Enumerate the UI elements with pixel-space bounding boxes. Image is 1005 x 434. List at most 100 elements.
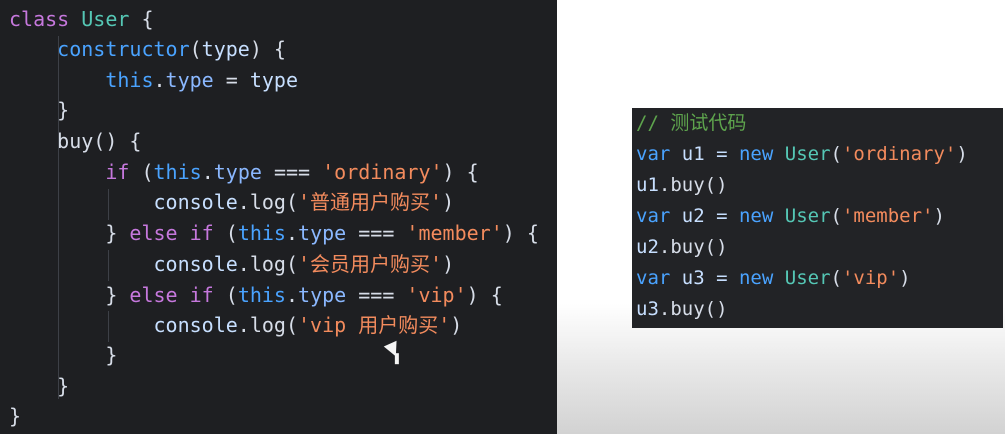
code-token: u2 <box>636 236 659 258</box>
code-line[interactable]: } else if (this.type === 'member') { <box>9 218 539 248</box>
code-line[interactable]: var u2 = new User('member') <box>636 201 945 232</box>
code-token: () <box>704 236 728 258</box>
code-token: type <box>298 221 347 245</box>
code-token: u3 = <box>670 267 739 289</box>
code-token: . <box>237 252 250 276</box>
code-token: } <box>9 283 130 307</box>
code-token: '会员用户购买' <box>298 252 443 276</box>
code-token: === <box>346 283 407 307</box>
code-token: User <box>784 143 831 165</box>
code-token: constructor <box>9 37 190 61</box>
code-line[interactable]: class User { <box>9 4 154 34</box>
code-token: User <box>81 7 130 31</box>
code-token: . <box>237 313 250 337</box>
code-token: buy <box>670 236 705 258</box>
code-line[interactable]: u2.buy() <box>636 232 728 263</box>
code-token: () <box>704 298 728 320</box>
code-line[interactable]: constructor(type) { <box>9 34 286 64</box>
main-code-lines: class User { constructor(type) { this.ty… <box>0 0 557 434</box>
code-token: u1 <box>636 174 659 196</box>
code-line[interactable]: // 测试代码 <box>636 108 746 139</box>
code-token: new <box>738 267 774 289</box>
code-line[interactable]: console.log('普通用户购买') <box>9 187 454 217</box>
code-token: ) <box>899 267 911 289</box>
code-token: === <box>346 221 407 245</box>
code-token: . <box>658 236 671 258</box>
code-line[interactable]: var u3 = new User('vip') <box>636 263 911 294</box>
code-token: ) { <box>502 221 539 245</box>
code-line[interactable]: if (this.type === 'ordinary') { <box>9 157 479 187</box>
test-code-editor[interactable]: // 测试代码 var u1 = new User('ordinary') u1… <box>632 108 1003 328</box>
code-line[interactable]: buy() { <box>9 126 141 156</box>
code-token: this <box>9 68 154 92</box>
code-token: ) { <box>442 160 479 184</box>
code-token: === <box>261 160 323 184</box>
code-token: new <box>738 143 774 165</box>
code-token: type <box>201 37 250 61</box>
code-token: ( <box>285 252 298 276</box>
code-token: } <box>9 374 70 398</box>
code-line[interactable]: u1.buy() <box>636 170 728 201</box>
code-token: u2 = <box>670 205 739 227</box>
code-token: User <box>784 205 831 227</box>
code-token: ) { <box>466 283 503 307</box>
code-token: } <box>9 343 118 367</box>
code-line[interactable]: } <box>9 95 69 125</box>
code-line[interactable]: console.log('会员用户购买') <box>9 249 454 279</box>
code-token: ) <box>442 252 455 276</box>
code-token: ( <box>285 313 298 337</box>
code-token: log <box>249 313 286 337</box>
code-token: this <box>237 283 286 307</box>
code-token: } <box>9 98 70 122</box>
code-line[interactable]: console.log('vip 用户购买') <box>9 310 462 340</box>
code-token: 'member' <box>841 205 934 227</box>
code-token: '普通用户购买' <box>298 190 443 214</box>
code-token: { <box>129 7 154 31</box>
code-token: ( <box>285 190 298 214</box>
code-token: = <box>213 68 250 92</box>
code-token: if <box>9 160 130 184</box>
code-token: type <box>249 68 299 92</box>
code-token: () { <box>93 129 142 153</box>
code-token: 'ordinary' <box>322 160 443 184</box>
code-token: type <box>298 283 347 307</box>
code-token: ( <box>830 143 842 165</box>
code-token: var <box>636 267 671 289</box>
code-line[interactable]: } else if (this.type === 'vip') { <box>9 280 503 310</box>
code-token: var <box>636 143 671 165</box>
code-token: else if <box>129 221 214 245</box>
code-line[interactable]: var u1 = new User('ordinary') <box>636 139 968 170</box>
code-token: ( <box>830 267 842 289</box>
code-token: 'ordinary' <box>841 143 957 165</box>
code-token: () <box>704 174 728 196</box>
code-token: . <box>201 160 214 184</box>
code-token: buy <box>9 129 94 153</box>
code-token: buy <box>670 298 705 320</box>
code-token: this <box>153 160 202 184</box>
code-token: ( <box>830 205 842 227</box>
code-token: ( <box>213 283 238 307</box>
code-token: User <box>784 267 831 289</box>
code-token: type <box>165 68 214 92</box>
code-token: ) <box>450 313 463 337</box>
code-token: log <box>249 252 286 276</box>
code-line[interactable]: } <box>9 401 21 431</box>
code-line[interactable]: this.type = type <box>9 65 298 95</box>
code-token: new <box>738 205 774 227</box>
main-code-editor[interactable]: class User { constructor(type) { this.ty… <box>0 0 557 434</box>
code-line[interactable]: u3.buy() <box>636 294 728 325</box>
code-token: ( <box>189 37 202 61</box>
code-token: 'vip 用户购买' <box>298 313 451 337</box>
code-line[interactable]: } <box>9 371 69 401</box>
code-token: ) { <box>249 37 286 61</box>
code-token: else if <box>129 283 214 307</box>
code-token: console <box>9 190 238 214</box>
code-token: 'member' <box>406 221 503 245</box>
code-token: console <box>9 313 238 337</box>
code-line[interactable]: } <box>9 340 117 370</box>
code-token: . <box>285 221 299 245</box>
